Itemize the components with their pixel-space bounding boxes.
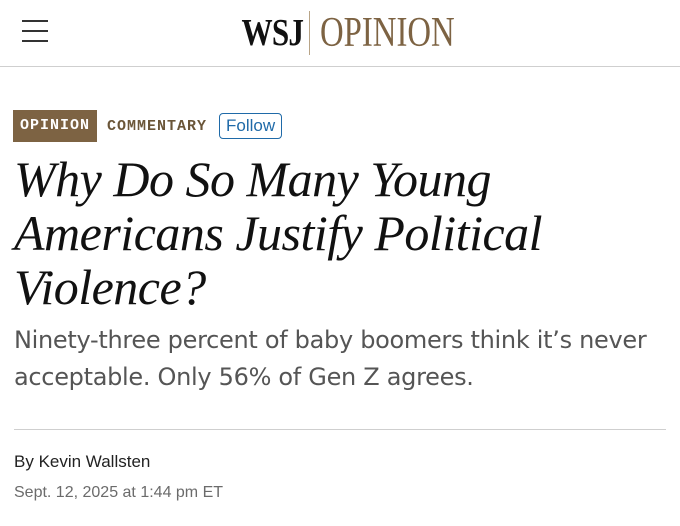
byline: By Kevin Wallsten [14, 452, 150, 472]
category-tag-commentary[interactable]: COMMENTARY [107, 118, 207, 135]
wsj-opinion-logo[interactable]: WSJ OPINION [0, 6, 680, 60]
article-dek: Ninety-three percent of baby boomers thi… [14, 326, 647, 391]
section-tag-opinion[interactable]: OPINION [13, 110, 98, 142]
opinion-wordmark: OPINION [319, 10, 455, 56]
author-link[interactable]: Kevin Wallsten [39, 452, 151, 471]
logo-divider [308, 11, 310, 55]
follow-button[interactable]: Follow [219, 113, 283, 139]
publish-date: Sept. 12, 2025 at 1:44 pm ET [14, 484, 224, 501]
article-tags: OPINION COMMENTARY Follow [13, 110, 283, 142]
byline-divider [14, 429, 666, 430]
byline-prefix: By [14, 452, 39, 471]
top-navigation-bar: WSJ OPINION [0, 0, 680, 67]
wsj-wordmark: WSJ [241, 12, 303, 54]
article-headline: Why Do So Many Young Americans Justify P… [14, 151, 543, 315]
